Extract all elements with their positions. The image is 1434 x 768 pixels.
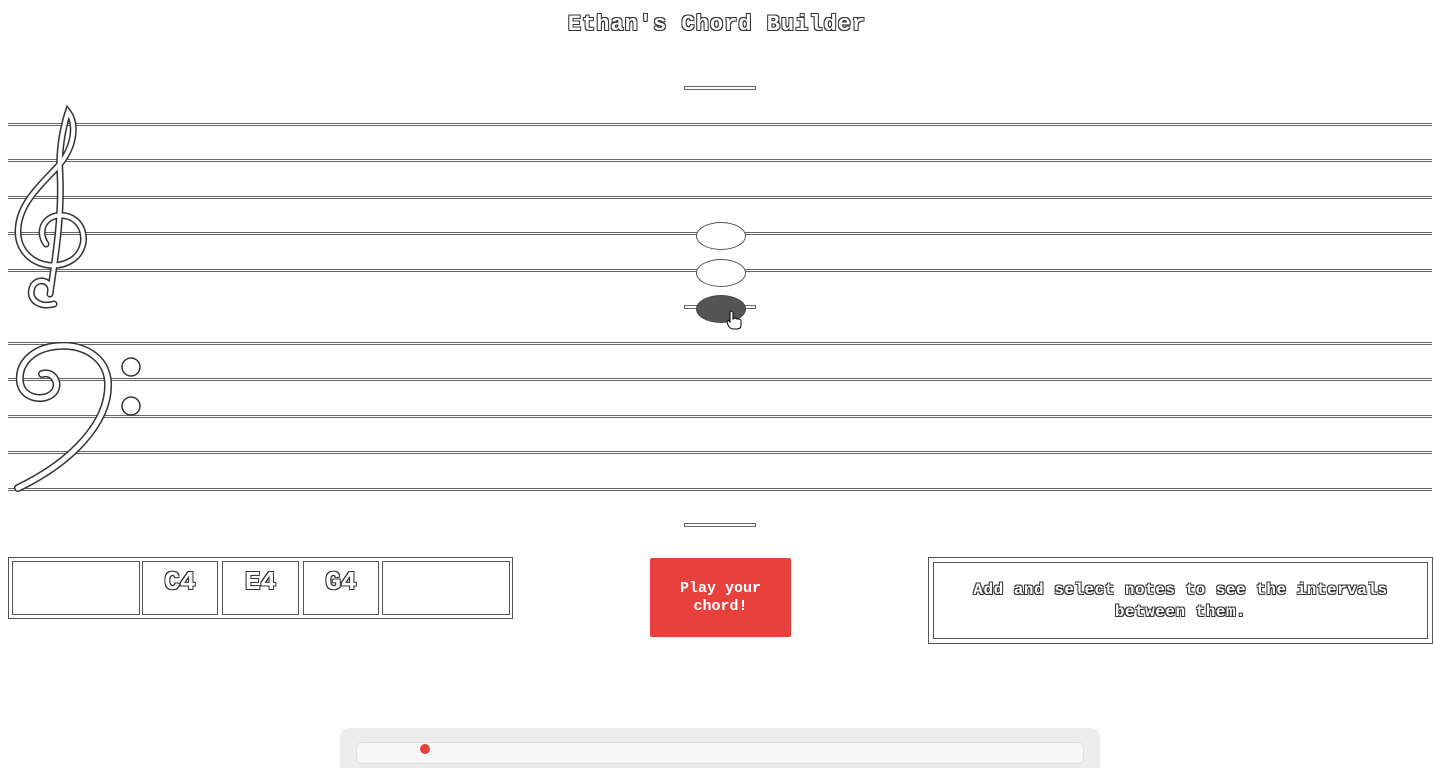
treble-staff-line-3[interactable] — [8, 196, 1432, 199]
bass-staff-line-4[interactable] — [8, 451, 1432, 454]
chord-slot-c4[interactable]: C4 — [142, 561, 218, 615]
bottom-toolbar — [340, 728, 1100, 768]
record-indicator-icon — [420, 744, 430, 754]
bottom-toolbar-inner — [356, 742, 1084, 764]
treble-staff-line-1[interactable] — [8, 123, 1432, 126]
hand-pointer-cursor-icon — [726, 310, 742, 330]
ledger-line-top[interactable] — [684, 86, 756, 90]
bass-clef-icon — [14, 342, 141, 492]
chord-slot-e4[interactable]: E4 — [222, 561, 299, 615]
play-chord-button[interactable]: Play your chord! — [650, 558, 791, 637]
bass-staff-line-5[interactable] — [8, 488, 1432, 491]
treble-staff-line-2[interactable] — [8, 159, 1432, 162]
interval-panel: Add and select notes to see the interval… — [928, 557, 1433, 644]
bass-staff-line-1[interactable] — [8, 342, 1432, 345]
bass-staff-line-3[interactable] — [8, 415, 1432, 418]
chord-slot-empty[interactable] — [382, 561, 510, 615]
ledger-line-bottom[interactable] — [684, 523, 756, 527]
chord-slot-empty[interactable] — [12, 561, 140, 615]
note-g4[interactable] — [696, 222, 746, 250]
grand-staff — [0, 0, 1434, 527]
treble-clef-icon — [14, 104, 87, 309]
chord-slot-g4[interactable]: G4 — [303, 561, 379, 615]
bass-staff-line-2[interactable] — [8, 378, 1432, 381]
note-e4[interactable] — [696, 259, 746, 287]
interval-message: Add and select notes to see the interval… — [933, 562, 1428, 639]
chord-note-list: C4 E4 G4 — [8, 557, 513, 619]
